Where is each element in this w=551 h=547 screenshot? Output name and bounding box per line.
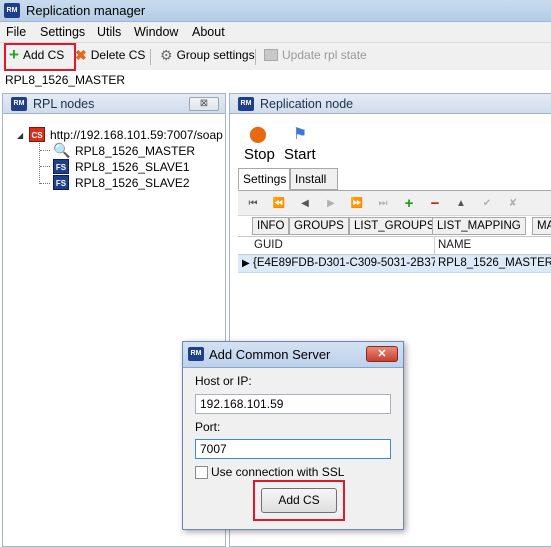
stop-button[interactable]: Stop xyxy=(244,146,275,163)
host-label: Host or IP: xyxy=(195,374,252,388)
plus-icon: + xyxy=(9,45,19,64)
add-cs-submit-button[interactable]: Add CS xyxy=(261,488,337,513)
current-node-label: RPL8_1526_MASTER xyxy=(5,73,126,87)
host-input[interactable] xyxy=(195,394,391,414)
fs-icon: FS xyxy=(53,159,69,174)
cell-name[interactable]: RPL8_1526_MASTER xyxy=(438,257,551,269)
window-title: Replication manager xyxy=(26,3,146,18)
post-record-icon[interactable]: ✔ xyxy=(476,195,498,212)
tree-connector xyxy=(40,150,50,151)
dialog-title: Add Common Server xyxy=(209,347,331,362)
first-record-icon[interactable]: ⏮ xyxy=(242,195,264,212)
panel-app-icon: RM xyxy=(11,97,27,111)
table-row[interactable]: ▶ {E4E89FDB-D301-C309-5031-2B3706( RPL8_… xyxy=(238,255,551,273)
port-label: Port: xyxy=(195,420,221,434)
stop-icon: ⬤ xyxy=(249,126,267,143)
delete-cs-label: Delete CS xyxy=(90,48,146,62)
close-panel-button[interactable]: ⊠ xyxy=(189,97,219,111)
update-icon xyxy=(264,49,278,61)
column-name[interactable]: NAME xyxy=(438,239,471,251)
cancel-record-icon[interactable]: ✘ xyxy=(502,195,524,212)
delete-icon: ✖ xyxy=(75,47,87,63)
subtab-list-groups[interactable]: LIST_GROUPS xyxy=(349,217,440,235)
replication-node-title: Replication node xyxy=(260,97,354,111)
subtab-mapp[interactable]: MAPP xyxy=(532,217,551,235)
prior-record-icon[interactable]: ◀ xyxy=(294,195,316,212)
edit-record-icon[interactable]: ▲ xyxy=(450,195,472,212)
ssl-checkbox-label: Use connection with SSL xyxy=(211,465,345,479)
row-indicator-icon: ▶ xyxy=(242,258,250,269)
search-node-icon: 🔍 xyxy=(53,142,71,158)
last-record-icon[interactable]: ⏭ xyxy=(372,195,394,212)
update-rpl-state-label: Update rpl state xyxy=(282,48,367,62)
add-common-server-dialog: RM Add Common Server ✕ Host or IP: Port:… xyxy=(182,341,404,530)
next-record-icon[interactable]: ▶ xyxy=(320,195,342,212)
menu-utils[interactable]: Utils xyxy=(97,25,121,39)
menu-about[interactable]: About xyxy=(192,25,225,39)
tree-connector xyxy=(40,166,50,167)
menu-bar: File Settings Utils Window About xyxy=(0,22,551,42)
panel-app-icon: RM xyxy=(238,97,254,111)
subtab-info[interactable]: INFO xyxy=(252,217,290,235)
menu-window[interactable]: Window xyxy=(134,25,178,39)
cell-guid[interactable]: {E4E89FDB-D301-C309-5031-2B3706( xyxy=(253,257,435,269)
prior-page-icon[interactable]: ⏪ xyxy=(268,195,290,212)
column-divider xyxy=(434,237,435,254)
port-input[interactable] xyxy=(195,439,391,459)
dialog-close-button[interactable]: ✕ xyxy=(366,346,398,362)
menu-file[interactable]: File xyxy=(6,25,26,39)
update-rpl-state-button[interactable]: Update rpl state xyxy=(264,48,367,62)
window-titlebar: RM Replication manager xyxy=(0,0,551,22)
subtab-list-mapping[interactable]: LIST_MAPPING xyxy=(432,217,526,235)
rpl-nodes-title: RPL nodes xyxy=(33,97,95,111)
add-cs-label: Add CS xyxy=(22,48,65,62)
column-guid[interactable]: GUID xyxy=(254,239,283,251)
tab-settings[interactable]: Settings xyxy=(238,168,290,190)
expand-arrow-icon[interactable]: ◢ xyxy=(17,131,23,140)
toolbar: + Add CS ✖ Delete CS ⚙ Group settings Up… xyxy=(0,42,551,71)
ssl-checkbox[interactable] xyxy=(195,466,208,479)
start-button[interactable]: Start xyxy=(284,146,316,163)
menu-settings[interactable]: Settings xyxy=(40,25,85,39)
delete-record-icon[interactable]: − xyxy=(424,195,446,212)
tree-node-slave1[interactable]: RPL8_1526_SLAVE1 xyxy=(75,160,190,174)
dialog-titlebar: RM Add Common Server ✕ xyxy=(183,342,403,368)
start-flag-icon: ⚑ xyxy=(292,126,308,143)
fs-icon: FS xyxy=(53,175,69,190)
next-page-icon[interactable]: ⏩ xyxy=(346,195,368,212)
group-settings-button[interactable]: ⚙ Group settings xyxy=(160,48,255,62)
replication-node-header: RM Replication node xyxy=(230,94,551,114)
tree-root-server[interactable]: http://192.168.101.59:7007/soap xyxy=(50,128,226,142)
insert-record-icon[interactable]: + xyxy=(398,195,420,212)
tree-node-slave2[interactable]: RPL8_1526_SLAVE2 xyxy=(75,176,190,190)
subtab-groups[interactable]: GROUPS xyxy=(289,217,349,235)
app-icon: RM xyxy=(4,3,20,18)
rpl-nodes-header: RM RPL nodes ⊠ xyxy=(3,94,225,114)
dialog-app-icon: RM xyxy=(188,347,204,361)
group-settings-label: Group settings xyxy=(176,48,255,62)
toolbar-separator xyxy=(150,49,151,65)
grid-header: GUID NAME xyxy=(238,236,551,255)
delete-cs-button[interactable]: ✖ Delete CS xyxy=(75,48,145,62)
tree-node-master[interactable]: RPL8_1526_MASTER xyxy=(75,144,195,158)
gear-icon: ⚙ xyxy=(160,47,173,63)
tab-install[interactable]: Install xyxy=(290,168,338,190)
record-navigator: ⏮ ⏪ ◀ ▶ ⏩ ⏭ + − ▲ ✔ ✘ xyxy=(238,190,551,216)
add-cs-button[interactable]: + Add CS xyxy=(9,45,65,64)
toolbar-separator xyxy=(255,49,256,65)
cs-server-icon: CS xyxy=(29,127,45,142)
tree-connector xyxy=(40,183,50,184)
